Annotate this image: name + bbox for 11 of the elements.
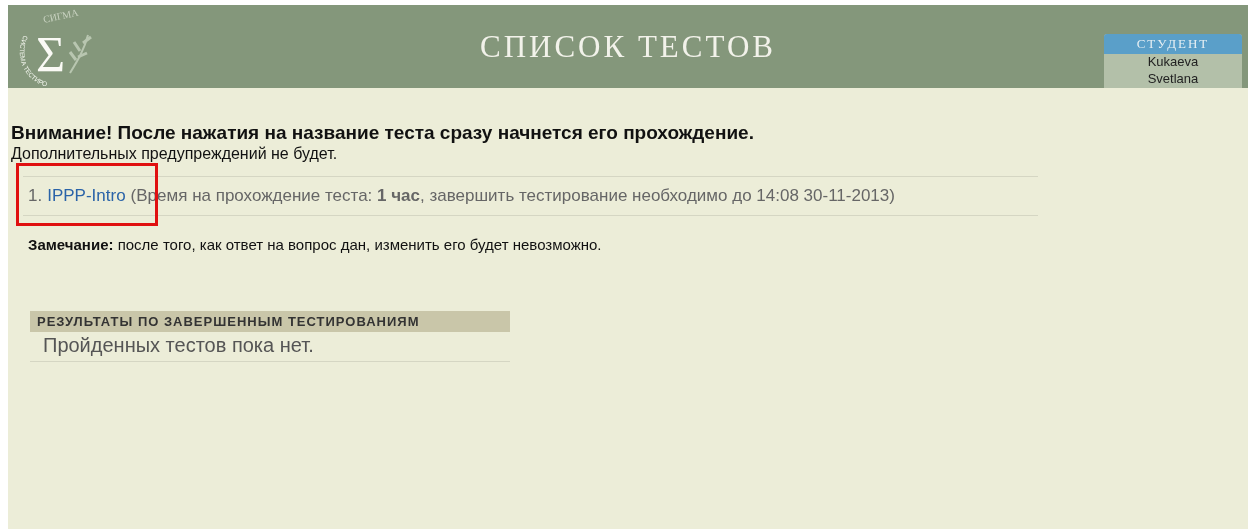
warning-title: Внимание! После нажатия на название теста сразу начнется его прохождение.: [11, 122, 755, 144]
warning-text: Дополнительных предупреждений не будет.: [11, 145, 339, 163]
results-heading: РЕЗУЛЬТАТЫ ПО ЗАВЕРШЕННЫМ ТЕСТИРОВАНИЯМ: [30, 311, 510, 332]
test-link[interactable]: IPPP-Intro: [47, 186, 126, 206]
role-label: СТУДЕНТ: [1104, 34, 1242, 54]
user-name: Svetlana: [1146, 71, 1200, 88]
page-title: СПИСОК ТЕСТОВ: [478, 28, 778, 65]
empty-results-text: Пройденных тестов пока нет.: [30, 332, 510, 362]
user-name: Kukaeva: [1146, 54, 1200, 71]
test-number: 1.: [28, 186, 43, 206]
note-text: Замечание: после того, как ответ на вопрос дан, изменить его будет невозможно.: [28, 236, 603, 253]
